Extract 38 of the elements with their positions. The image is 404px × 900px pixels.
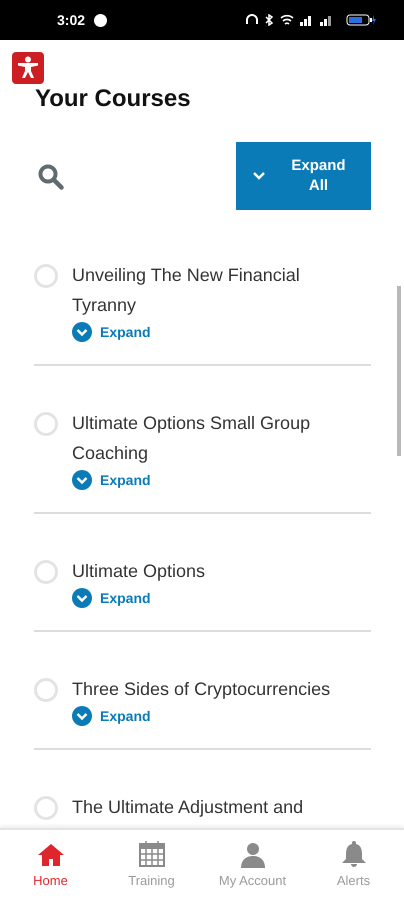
expand-all-button[interactable]: Expand All: [236, 142, 371, 210]
status-time: 3:02: [57, 12, 86, 28]
chevron-circle-icon: [72, 706, 92, 726]
scrollbar[interactable]: [397, 286, 401, 456]
completion-circle[interactable]: [34, 264, 58, 288]
nav-tab[interactable]: Alerts: [303, 830, 404, 900]
completion-circle[interactable]: [34, 796, 58, 820]
course-title[interactable]: The Ultimate Adjustment and: [72, 792, 304, 822]
headphones-icon: [246, 14, 258, 26]
expand-link[interactable]: Expand: [72, 320, 151, 344]
expand-link[interactable]: Expand: [72, 704, 151, 728]
nav-tab[interactable]: Home: [0, 830, 101, 900]
notification-icon: [94, 14, 108, 26]
chevron-circle-icon: [72, 470, 92, 490]
completion-circle[interactable]: [34, 560, 58, 584]
course-title[interactable]: Three Sides of Cryptocurrencies: [72, 674, 330, 704]
completion-circle[interactable]: [34, 678, 58, 702]
bluetooth-icon: [264, 14, 274, 26]
nav-tab[interactable]: Training: [101, 830, 202, 900]
accessibility-icon[interactable]: [12, 52, 44, 84]
nav-tab[interactable]: My Account: [202, 830, 303, 900]
page-title: Your Courses: [35, 85, 192, 113]
chevron-down-icon: [252, 171, 266, 181]
bell-icon: [340, 840, 366, 868]
wifi-icon: [280, 14, 294, 26]
completion-circle[interactable]: [34, 412, 58, 436]
expand-link[interactable]: Expand: [72, 586, 151, 610]
course-title[interactable]: Ultimate Options: [72, 556, 206, 586]
home-icon: [36, 842, 64, 868]
expand-link[interactable]: Expand: [72, 468, 151, 492]
person-icon: [240, 842, 266, 868]
calendar-icon: [138, 840, 166, 868]
search-icon[interactable]: [37, 162, 64, 190]
chevron-circle-icon: [72, 588, 92, 608]
course-title[interactable]: Unveiling The New Financial Tyranny: [72, 260, 347, 320]
chevron-circle-icon: [72, 322, 92, 342]
battery-icon: [346, 14, 376, 26]
course-title[interactable]: Ultimate Options Small Group Coaching: [72, 408, 347, 468]
